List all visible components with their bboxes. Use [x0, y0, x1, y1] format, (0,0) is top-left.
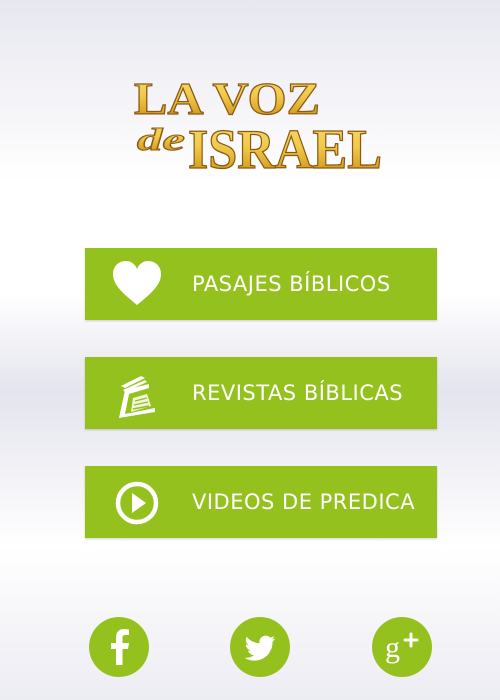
videos-de-predica-button[interactable]: VIDEOS DE PREDICA [85, 466, 437, 538]
twitter-button[interactable] [230, 617, 290, 677]
svg-text:g: g [385, 631, 400, 664]
videos-de-predica-label: VIDEOS DE PREDICA [192, 490, 416, 514]
logo-word-de: de [137, 121, 185, 157]
twitter-icon [244, 635, 275, 661]
logo-graphic: LA VOZ de ISRAEL [133, 72, 382, 181]
play-circle-icon [111, 477, 163, 529]
heart-icon [111, 259, 163, 311]
magazine-icon [111, 368, 163, 420]
logo-line1: LA VOZ [134, 73, 320, 124]
google-plus-icon: g [385, 631, 419, 664]
pasajes-biblicos-label: PASAJES BÍBLICOS [192, 272, 391, 296]
pasajes-biblicos-button[interactable]: PASAJES BÍBLICOS [85, 248, 437, 320]
facebook-icon [111, 629, 129, 665]
revistas-biblicas-button[interactable]: REVISTAS BÍBLICAS [85, 357, 437, 429]
app-logo: LA VOZ de ISRAEL [128, 70, 388, 182]
logo-word-israel: ISRAEL [188, 119, 382, 181]
revistas-biblicas-label: REVISTAS BÍBLICAS [192, 381, 404, 405]
facebook-button[interactable] [89, 617, 149, 677]
google-plus-button[interactable]: g [372, 617, 432, 677]
